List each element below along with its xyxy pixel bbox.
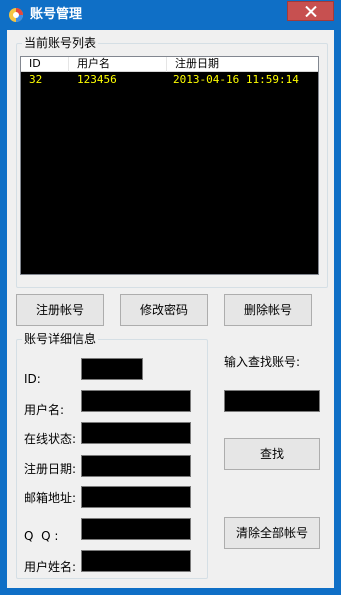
search-input[interactable] xyxy=(224,390,320,412)
window-title: 账号管理 xyxy=(30,7,83,22)
search-label: 输入查找账号: xyxy=(224,355,301,369)
register-button[interactable]: 注册帐号 xyxy=(16,294,104,326)
online-status-field[interactable] xyxy=(81,422,191,444)
real-name-label: 用户姓名: xyxy=(24,560,77,574)
column-header-username[interactable]: 用户名 xyxy=(69,57,167,72)
account-list[interactable]: ID 用户名 注册日期 32 123456 2013-04-16 11:59:1… xyxy=(20,56,319,275)
delete-button[interactable]: 删除帐号 xyxy=(224,294,312,326)
qq-field[interactable] xyxy=(81,518,191,540)
id-label: ID: xyxy=(24,372,41,386)
real-name-field[interactable] xyxy=(81,550,191,572)
column-header-regdate[interactable]: 注册日期 xyxy=(167,57,318,72)
account-manager-window: 账号管理 当前账号列表 ID 用户名 注册日期 32 123456 2013-0… xyxy=(0,0,341,595)
username-field[interactable] xyxy=(81,390,191,412)
account-details-group-title: 账号详细信息 xyxy=(22,332,99,346)
cell-id: 32 xyxy=(29,73,43,86)
close-button[interactable] xyxy=(287,1,334,21)
clear-all-button[interactable]: 清除全部帐号 xyxy=(224,517,320,549)
username-label: 用户名: xyxy=(24,403,65,417)
window-bottom-border xyxy=(0,588,341,595)
cell-regdate: 2013-04-16 11:59:14 xyxy=(173,73,299,86)
change-password-button[interactable]: 修改密码 xyxy=(120,294,208,326)
register-date-label: 注册日期: xyxy=(24,462,77,476)
search-button[interactable]: 查找 xyxy=(224,438,320,470)
account-list-header: ID 用户名 注册日期 xyxy=(21,57,318,72)
id-field[interactable] xyxy=(81,358,143,380)
email-field[interactable] xyxy=(81,486,191,508)
close-icon xyxy=(305,6,317,17)
account-list-group-title: 当前账号列表 xyxy=(22,36,99,50)
table-row[interactable]: 32 123456 2013-04-16 11:59:14 xyxy=(21,72,318,87)
register-date-field[interactable] xyxy=(81,455,191,477)
title-bar[interactable]: 账号管理 xyxy=(0,0,341,30)
email-label: 邮箱地址: xyxy=(24,491,77,505)
qq-label: Q Q : xyxy=(24,529,59,543)
online-status-label: 在线状态: xyxy=(24,432,77,446)
cell-username: 123456 xyxy=(77,73,117,86)
column-header-id[interactable]: ID xyxy=(21,57,69,72)
app-icon xyxy=(8,7,24,23)
